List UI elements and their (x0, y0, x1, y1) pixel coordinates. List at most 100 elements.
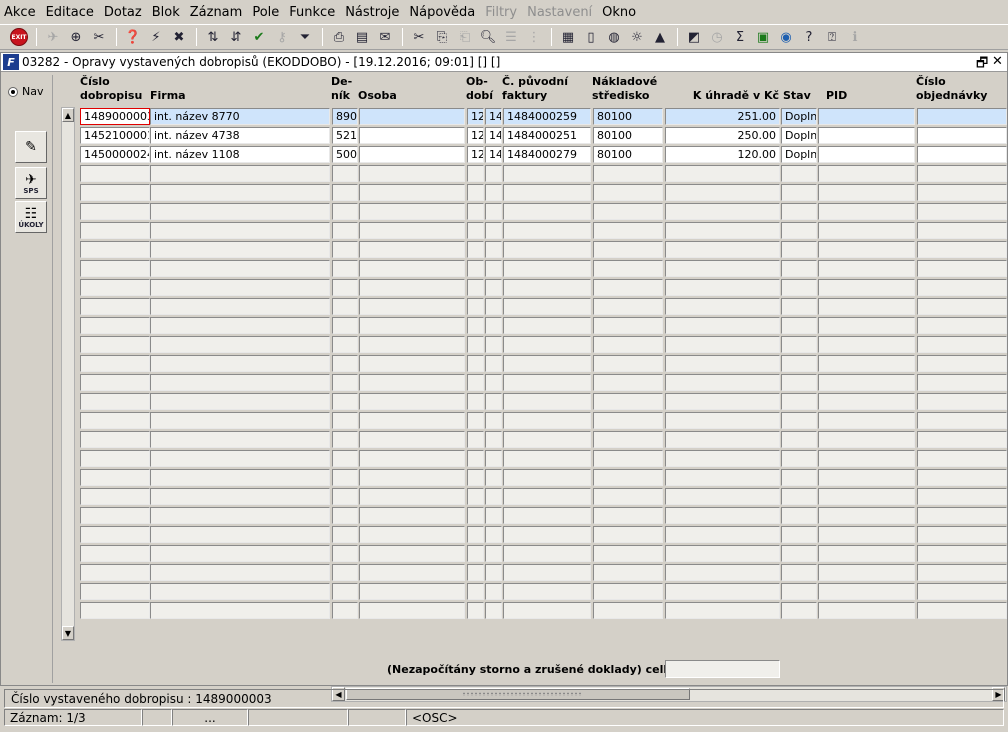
cell-stav[interactable] (781, 545, 817, 562)
cell-objednavka[interactable] (917, 374, 1007, 391)
cell-stav[interactable] (781, 203, 817, 220)
cell-firma[interactable] (150, 374, 330, 391)
cell-faktura[interactable] (503, 564, 591, 581)
cell-obd1[interactable] (467, 469, 484, 486)
cell-faktura[interactable]: 1484000259 (503, 108, 591, 125)
cell-obd2[interactable] (485, 184, 502, 201)
cell-stav[interactable] (781, 507, 817, 524)
cell-stredisko[interactable] (593, 317, 663, 334)
cell-osoba[interactable] (359, 545, 465, 562)
cell-osoba[interactable] (359, 602, 465, 619)
cell-pid[interactable] (818, 127, 915, 144)
table-row[interactable]: 1450000024 int. název 1108 500 12 14 14840002… (1, 146, 1007, 164)
cell-stav[interactable] (781, 564, 817, 581)
search-icon[interactable]: 🔍︎ (477, 27, 499, 47)
cell-faktura[interactable] (503, 317, 591, 334)
cell-objednavka[interactable] (917, 279, 1007, 296)
cell-castka[interactable] (665, 203, 780, 220)
cell-pid[interactable] (818, 488, 915, 505)
cell-stredisko[interactable] (593, 355, 663, 372)
cell-castka[interactable] (665, 564, 780, 581)
context-help-icon[interactable]: ⍰ (821, 27, 843, 47)
scroll-down-icon[interactable]: ▼ (62, 626, 74, 640)
cell-cislo[interactable] (80, 336, 150, 353)
delete-record-icon[interactable]: ✂ (88, 27, 110, 47)
cell-firma[interactable] (150, 564, 330, 581)
table-row[interactable] (1, 488, 1007, 506)
cell-obd1[interactable] (467, 355, 484, 372)
copy-icon[interactable]: ⎘ (431, 27, 453, 47)
cell-obd1[interactable] (467, 545, 484, 562)
cell-stredisko[interactable] (593, 241, 663, 258)
menu-item-blok[interactable]: Blok (152, 5, 180, 20)
cell-firma[interactable] (150, 184, 330, 201)
cell-osoba[interactable] (359, 203, 465, 220)
web-icon[interactable]: ◉ (775, 27, 797, 47)
cell-pid[interactable] (818, 260, 915, 277)
cell-stav[interactable] (781, 583, 817, 600)
cell-stav[interactable] (781, 526, 817, 543)
cell-pid[interactable] (818, 241, 915, 258)
cell-obd1[interactable] (467, 393, 484, 410)
cell-denik[interactable] (332, 412, 358, 429)
cell-faktura[interactable] (503, 583, 591, 600)
cell-objednavka[interactable] (917, 412, 1007, 429)
cell-denik[interactable] (332, 602, 358, 619)
cell-faktura[interactable] (503, 412, 591, 429)
cell-faktura[interactable] (503, 298, 591, 315)
table-row[interactable] (1, 298, 1007, 316)
cell-obd1[interactable] (467, 526, 484, 543)
totals-field[interactable] (665, 660, 780, 678)
cell-cislo[interactable] (80, 602, 150, 619)
cell-stredisko[interactable] (593, 507, 663, 524)
help-icon[interactable]: ? (798, 27, 820, 47)
cell-cislo[interactable] (80, 260, 150, 277)
cell-pid[interactable] (818, 298, 915, 315)
cell-pid[interactable] (818, 450, 915, 467)
cell-osoba[interactable] (359, 241, 465, 258)
table-row[interactable] (1, 545, 1007, 563)
cell-denik[interactable]: 890 (332, 108, 358, 125)
cell-firma[interactable] (150, 526, 330, 543)
cell-pid[interactable] (818, 146, 915, 163)
cell-firma[interactable] (150, 412, 330, 429)
cell-faktura[interactable] (503, 526, 591, 543)
cell-objednavka[interactable] (917, 469, 1007, 486)
cell-stredisko[interactable] (593, 564, 663, 581)
menu-item-nastavení[interactable]: Nastavení (527, 5, 592, 20)
cell-faktura[interactable] (503, 241, 591, 258)
cell-obd1[interactable]: 12 (467, 127, 484, 144)
cell-obd1[interactable] (467, 317, 484, 334)
cell-castka[interactable] (665, 393, 780, 410)
cell-osoba[interactable] (359, 374, 465, 391)
cell-pid[interactable] (818, 431, 915, 448)
cell-denik[interactable] (332, 393, 358, 410)
cell-faktura[interactable] (503, 336, 591, 353)
cell-cislo[interactable] (80, 355, 150, 372)
cell-pid[interactable] (818, 583, 915, 600)
menu-item-záznam[interactable]: Záznam (190, 5, 243, 20)
cell-osoba[interactable] (359, 184, 465, 201)
cell-obd2[interactable] (485, 336, 502, 353)
table-row[interactable] (1, 450, 1007, 468)
cell-castka[interactable] (665, 374, 780, 391)
cell-osoba[interactable] (359, 317, 465, 334)
cell-osoba[interactable] (359, 146, 465, 163)
cell-obd1[interactable] (467, 203, 484, 220)
cell-stav[interactable] (781, 602, 817, 619)
globe-icon[interactable]: ◍ (603, 27, 625, 47)
cell-cislo[interactable]: 1450000024 (80, 146, 150, 163)
cell-cislo[interactable] (80, 241, 150, 258)
print-preview-icon[interactable]: ▤ (351, 27, 373, 47)
cell-firma[interactable]: int. název 1108 (150, 146, 330, 163)
query-execute-icon[interactable]: ⚡ (145, 27, 167, 47)
cell-firma[interactable] (150, 260, 330, 277)
menu-item-editace[interactable]: Editace (46, 5, 94, 20)
cell-firma[interactable] (150, 469, 330, 486)
cell-castka[interactable] (665, 583, 780, 600)
cell-stredisko[interactable]: 80100 (593, 146, 663, 163)
cell-pid[interactable] (818, 602, 915, 619)
cell-osoba[interactable] (359, 488, 465, 505)
cell-cislo[interactable]: 1489000003 (80, 108, 150, 125)
cell-denik[interactable] (332, 298, 358, 315)
